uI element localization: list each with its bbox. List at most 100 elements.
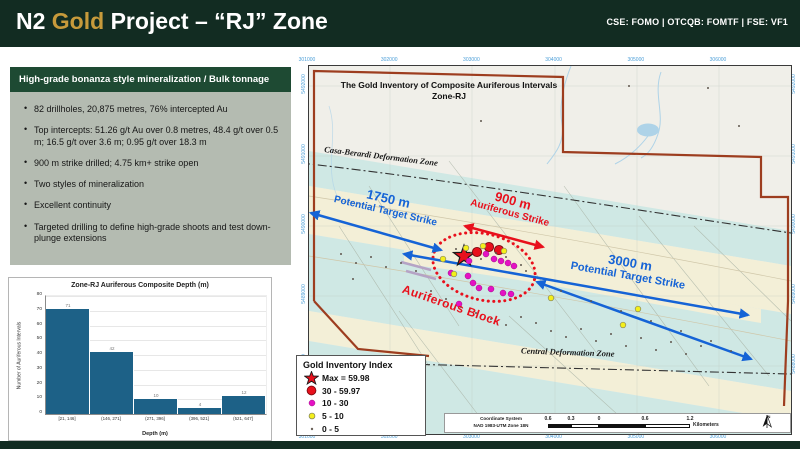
header-bar: N2 Gold Project – “RJ” Zone CSE: FOMO | … [0,0,800,47]
point-5-10 [620,322,626,328]
coordinate-label: 5492000 [301,70,307,98]
bar-value-label: 10 [153,393,158,398]
legend-item-label: Max = 59.98 [322,373,370,383]
point-10-30 [491,256,497,262]
north-arrow-icon: N [761,415,777,433]
coordinate-label: 5490000 [301,210,307,238]
point-0-5 [625,345,627,347]
point-0-5 [470,252,472,254]
title-suffix: Project – “RJ” Zone [104,8,328,34]
red-star-icon [303,371,320,385]
point-0-5 [550,330,552,332]
y-tick-label: 10 [28,395,42,400]
red-circle-icon [303,385,320,396]
point-0-5 [655,349,657,351]
kilometers-label: Kilometers [693,422,719,428]
title-prefix: N2 [16,8,52,34]
point-10-30 [508,291,514,297]
point-0-5 [505,256,507,258]
point-0-5 [590,300,592,302]
map-panel: 3010003020003030003040003050003060003010… [300,55,794,441]
point-0-5 [520,316,522,318]
legend-item-label: 10 - 30 [322,398,348,408]
histogram-bar [90,352,134,414]
point-0-5 [650,320,652,322]
y-tick-label: 0 [28,410,42,415]
y-tick-label: 30 [28,366,42,371]
map-title-line2: Zone-RJ [329,91,569,102]
north-arrow-glyph [761,415,773,428]
point-0-5 [560,290,562,292]
y-tick-label: 50 [28,336,42,341]
point-0-5 [670,341,672,343]
scale-label: 0.6 [642,416,649,422]
point-10-30 [505,260,511,266]
bar-value-label: 42 [109,346,114,351]
highlight-bullet: 82 drillholes, 20,875 metres, 76% interc… [34,104,281,116]
coordinate-label: 5491000 [301,140,307,168]
legend-item-label: 5 - 10 [322,411,344,421]
legend-item: Max = 59.98 [303,372,419,385]
x-tick-label: (146, 271] [101,416,121,421]
coordinate-label: 306000 [710,57,727,63]
scale-label: 0 [598,416,601,422]
point-0-5 [700,345,702,347]
histogram-bar [222,396,266,414]
legend-item-label: 30 - 59.97 [322,386,360,396]
point-0-5 [565,336,567,338]
histogram-bar [178,408,222,414]
coordinate-label: 303000 [463,57,480,63]
coordinate-label: 304000 [545,57,562,63]
footer-bar [0,441,800,449]
bar-value-label: 12 [241,390,246,395]
yellow-circle-icon [303,412,320,420]
x-tick-label: (521, 647] [233,416,253,421]
scale-bar-segment [599,424,645,428]
point-0-5 [685,353,687,355]
y-axis-title: Number of Auriferous Intervals [17,297,24,415]
highlight-bullet: Excellent continuity [34,200,281,212]
point-0-5 [640,337,642,339]
y-tick-label: 60 [28,322,42,327]
point-10-30 [488,286,494,292]
point-30-60 [472,247,481,256]
point-0-5 [610,333,612,335]
legend-item-label: 0 - 5 [322,424,339,434]
scale-bar-segment [548,424,571,428]
point-0-5 [580,328,582,330]
point-0-5 [415,270,417,272]
map-info-bar: Coordinate System NAD 1983-UTM Zone 18N … [444,413,791,433]
x-axis-title: Depth (m) [45,431,265,437]
point-10-30 [483,251,489,257]
coordinate-system-label: Coordinate System NAD 1983-UTM Zone 18N [447,414,555,432]
point-10-30 [470,280,476,286]
highlight-bullet: Top intercepts: 51.26 g/t Au over 0.8 me… [34,125,281,148]
histogram-bar [134,399,178,414]
scale-bar-segment [645,424,690,428]
point-10-30 [500,290,506,296]
point-0-5 [340,253,342,255]
bar-value-label: 71 [65,303,70,308]
point-10-30 [476,285,482,291]
x-tick-label: (396, 521] [189,416,209,421]
slide: N2 Gold Project – “RJ” Zone CSE: FOMO | … [0,0,800,449]
coordinate-label: 302000 [381,57,398,63]
highlight-bullet: 900 m strike drilled; 4.75 km+ strike op… [34,158,281,170]
point-0-5 [370,256,372,258]
point-10-30 [498,258,504,264]
legend-item: 5 - 10 [303,410,419,423]
highlight-bullet: Targeted drilling to define high-grade s… [34,222,281,245]
stock-ticker: CSE: FOMO | OTCQB: FOMTF | FSE: VF1 [606,17,788,27]
scale-bar-segment [571,424,599,428]
map-title-line1: The Gold Inventory of Composite Aurifero… [329,80,569,91]
point-0-5 [628,85,630,87]
y-tick-label: 40 [28,351,42,356]
tiny-dot-icon [303,426,320,432]
point-0-5 [520,264,522,266]
point-5-10 [548,295,554,301]
point-0-5 [707,87,709,89]
page-title: N2 Gold Project – “RJ” Zone [16,8,328,35]
point-0-5 [400,262,402,264]
point-0-5 [495,252,497,254]
point-0-5 [738,125,740,127]
